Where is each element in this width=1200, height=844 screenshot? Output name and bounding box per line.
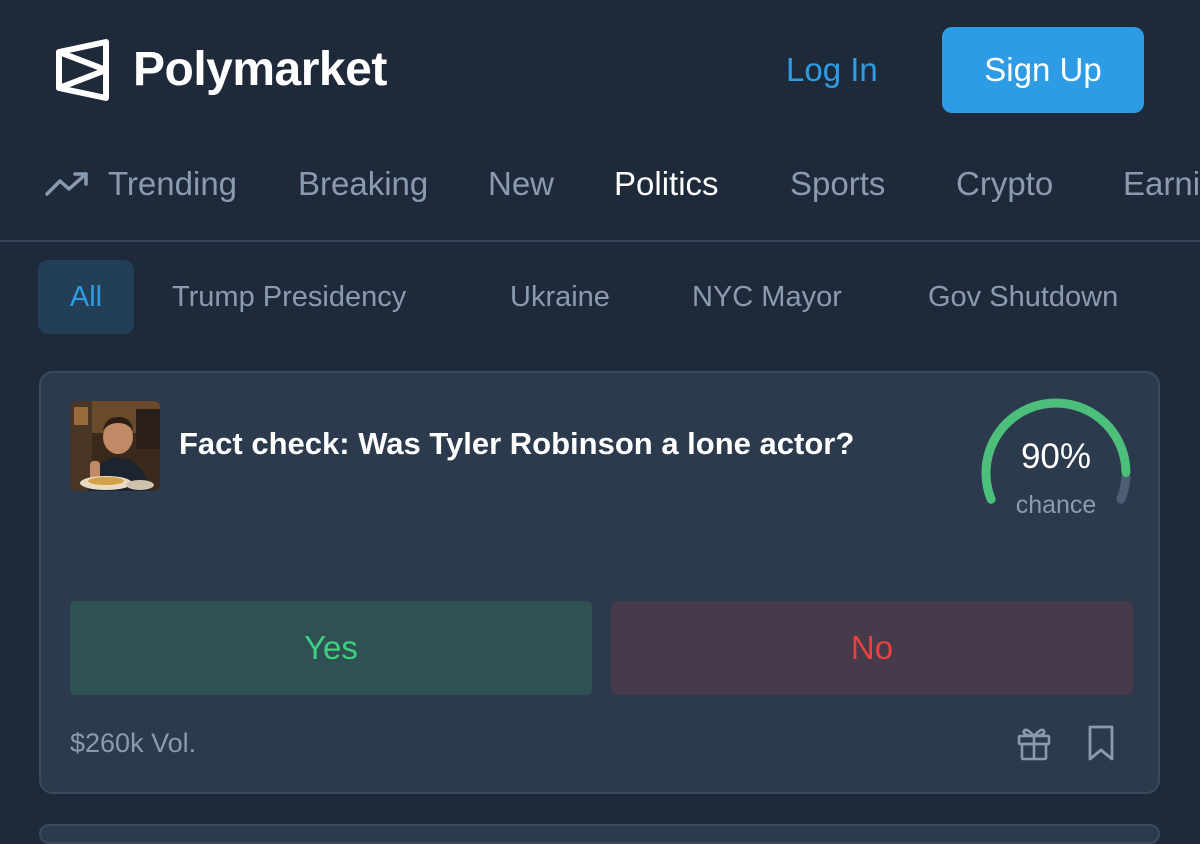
market-volume: $260k Vol.	[70, 728, 197, 758]
nav-item-breaking[interactable]: Breaking	[298, 162, 428, 206]
chance-label: chance	[1015, 491, 1097, 519]
buy-yes-button[interactable]: Yes	[70, 601, 592, 695]
login-link[interactable]: Log In	[786, 44, 878, 96]
chance-value: 90%	[1020, 437, 1092, 476]
market-card[interactable]: Fact check: Was Tyler Robinson a lone ac…	[39, 371, 1160, 794]
market-avatar	[70, 401, 160, 491]
nav-item-sports[interactable]: Sports	[790, 162, 885, 206]
header: Polymarket Log In Sign Up	[0, 0, 1200, 140]
nav-item-trending[interactable]: Trending	[108, 162, 237, 206]
signup-button[interactable]: Sign Up	[942, 27, 1144, 113]
polymarket-logo-icon[interactable]	[54, 38, 112, 102]
tag-gov-shutdown[interactable]: Gov Shutdown	[928, 260, 1118, 334]
politics-subtags: All Trump Presidency Ukraine NYC Mayor G…	[0, 242, 1200, 352]
tag-nyc-mayor[interactable]: NYC Mayor	[692, 260, 842, 334]
tag-trump-presidency[interactable]: Trump Presidency	[172, 260, 406, 334]
tag-all[interactable]: All	[38, 260, 134, 334]
trending-up-icon	[45, 172, 88, 196]
category-nav: Trending Breaking New Politics Sports Cr…	[0, 140, 1200, 242]
buy-no-button[interactable]: No	[611, 601, 1133, 695]
market-question[interactable]: Fact check: Was Tyler Robinson a lone ac…	[179, 423, 939, 465]
nav-item-crypto[interactable]: Crypto	[956, 162, 1053, 206]
nav-item-new[interactable]: New	[488, 162, 554, 206]
brand-name[interactable]: Polymarket	[133, 40, 387, 100]
next-market-card[interactable]	[39, 824, 1160, 844]
tag-ukraine[interactable]: Ukraine	[510, 260, 610, 334]
bookmark-icon[interactable]	[1086, 724, 1116, 762]
nav-item-politics[interactable]: Politics	[614, 162, 719, 206]
nav-item-earnings[interactable]: Earni	[1123, 162, 1200, 206]
gift-icon[interactable]	[1016, 725, 1052, 761]
